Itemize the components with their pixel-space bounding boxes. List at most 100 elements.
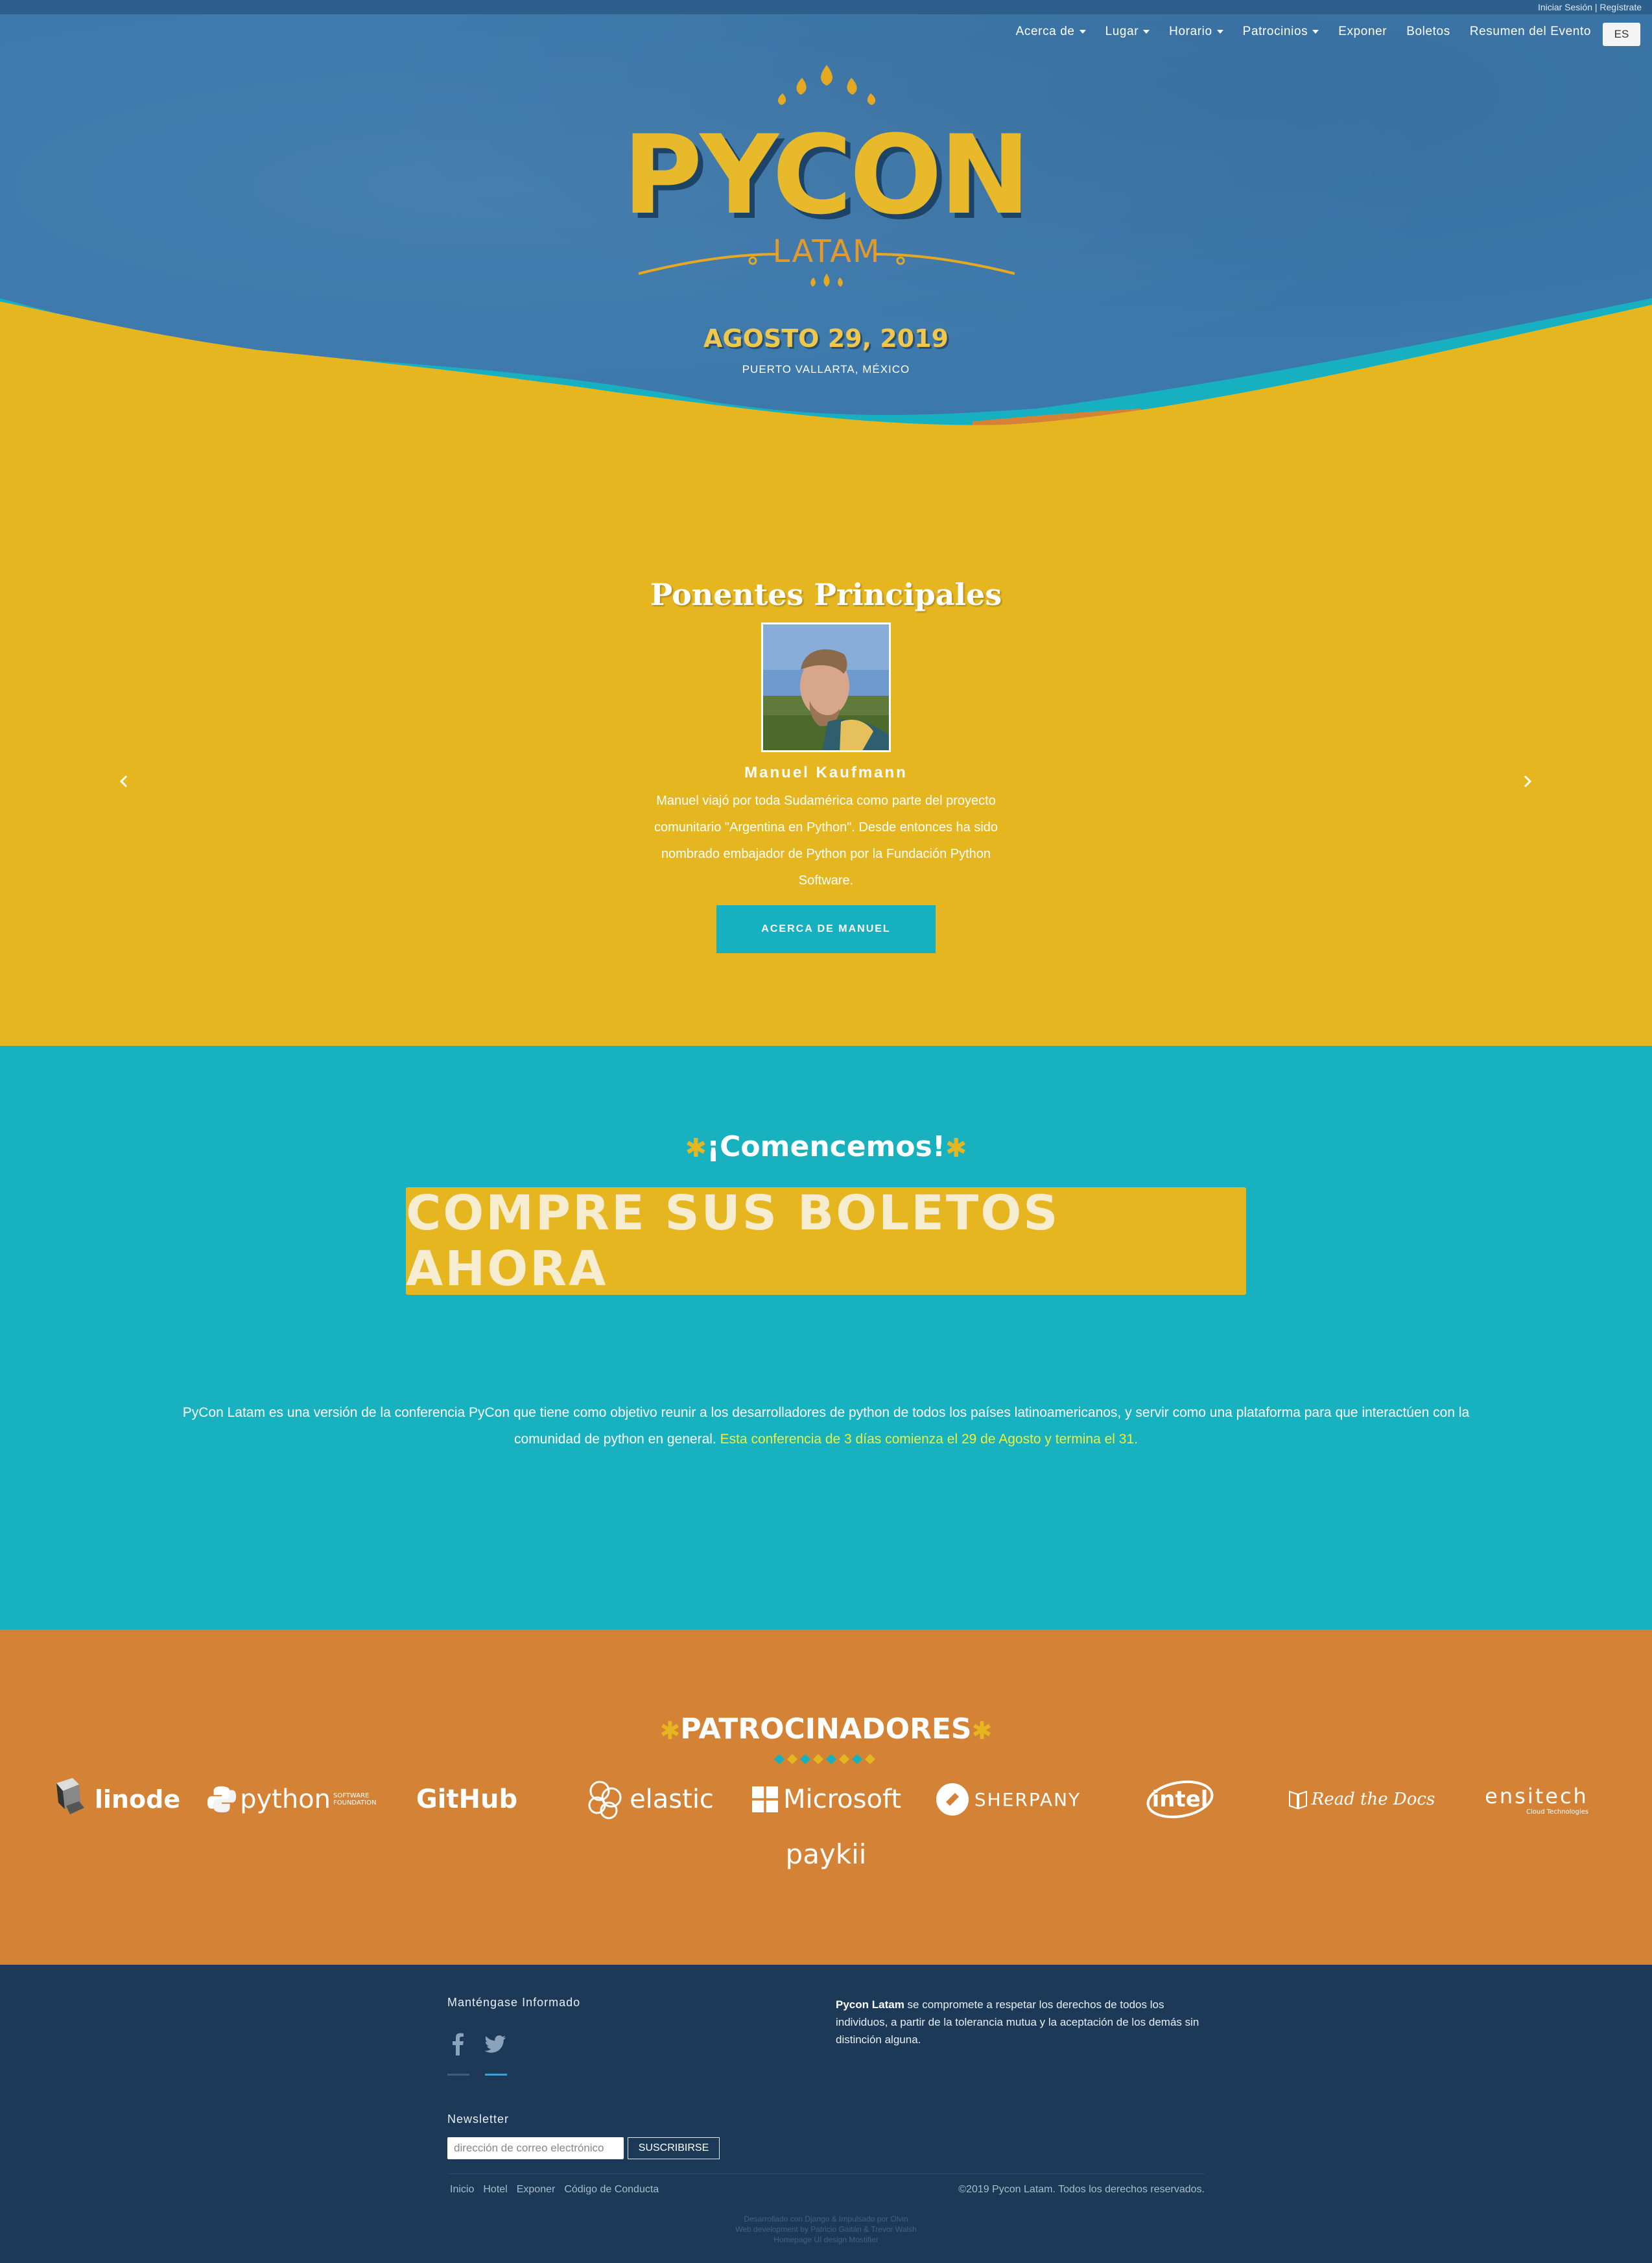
caret-down-icon xyxy=(1079,30,1086,34)
start-title-text: ¡Comencemos! xyxy=(707,1130,945,1163)
speaker-name: Manuel Kaufmann xyxy=(744,764,908,781)
credit-line: Homepage UI design Mostifier xyxy=(773,2235,879,2244)
login-link[interactable]: Iniciar Sesión xyxy=(1538,2,1592,12)
chevron-left-icon[interactable] xyxy=(117,774,132,789)
auth-separator: | xyxy=(1592,2,1600,12)
top-bar: Iniciar Sesión | Regístrate xyxy=(0,0,1652,14)
credit-line: Desarrollado con Django & Impulsado por … xyxy=(744,2214,908,2223)
drops-top xyxy=(777,65,876,105)
newsletter-title: Newsletter xyxy=(447,2113,510,2126)
twitter-underline xyxy=(485,2074,507,2076)
footer-link-code-of-conduct[interactable]: Código de Conducta xyxy=(564,2184,659,2196)
sponsor-ensitech[interactable]: ensitech Cloud Technologies xyxy=(1472,1773,1601,1825)
about-text: PyCon Latam es una versión de la confere… xyxy=(162,1399,1490,1452)
sponsor-microsoft[interactable]: Microsoft xyxy=(752,1773,901,1825)
sponsor-name: intel xyxy=(1151,1786,1209,1812)
speaker-bio: Manuel viajó por toda Sudamérica como pa… xyxy=(654,794,998,888)
sherpany-icon xyxy=(936,1783,969,1816)
speakers-section: Ponentes Principales Manuel Kaufmann Man… xyxy=(0,467,1652,1046)
about-speaker-button[interactable]: ACERCA DE MANUEL xyxy=(716,905,936,953)
nav-schedule-label: Horario xyxy=(1169,25,1212,38)
commitment-text: Pycon Latam se compromete a respetar los… xyxy=(836,1996,1212,2048)
python-icon xyxy=(207,1786,237,1813)
sponsor-sherpany[interactable]: SHERPANY xyxy=(934,1773,1083,1825)
facebook-underline xyxy=(447,2074,469,2076)
sponsor-linode[interactable]: linode xyxy=(52,1773,182,1825)
sponsor-subtitle: SOFTWARE FOUNDATION xyxy=(333,1792,377,1807)
diamond-divider xyxy=(774,1754,875,1764)
caret-down-icon xyxy=(1143,30,1150,34)
sponsor-paykii[interactable]: paykii xyxy=(761,1828,891,1880)
event-date: AGOSTO 29, 2019 xyxy=(703,324,949,353)
sponsor-python[interactable]: python SOFTWARE FOUNDATION xyxy=(207,1773,376,1825)
credits: Desarrollado con Django & Impulsado por … xyxy=(0,2214,1652,2245)
microsoft-icon xyxy=(752,1786,778,1812)
nav-tickets-label: Boletos xyxy=(1406,25,1450,38)
facebook-icon[interactable] xyxy=(447,2032,469,2056)
star-icon: ✱ xyxy=(685,1133,707,1163)
star-icon: ✱ xyxy=(659,1716,681,1745)
nav-about[interactable]: Acerca de xyxy=(1016,25,1086,39)
register-link[interactable]: Regístrate xyxy=(1599,2,1642,12)
sponsor-intel[interactable]: intel xyxy=(1128,1773,1232,1825)
sponsor-name: elastic xyxy=(630,1784,714,1814)
star-icon: ✱ xyxy=(945,1133,967,1163)
subscribe-button[interactable]: SUSCRIBIRSE xyxy=(628,2137,720,2159)
footer: Manténgase Informado Newsletter SUSCRIBI… xyxy=(0,1965,1652,2263)
footer-link-exhibit[interactable]: Exponer xyxy=(517,2184,556,2196)
sponsor-name: linode xyxy=(94,1785,181,1814)
sponsor-subtitle: Cloud Technologies xyxy=(1526,1808,1588,1816)
nav-venue[interactable]: Lugar xyxy=(1105,25,1150,39)
sponsor-name: python xyxy=(240,1784,331,1814)
nav-venue-label: Lugar xyxy=(1105,25,1139,38)
sponsor-name: Microsoft xyxy=(783,1784,901,1814)
start-title: ✱¡Comencemos!✱ xyxy=(0,1130,1652,1163)
buy-tickets-button[interactable]: COMPRE SUS BOLETOS AHORA xyxy=(406,1185,1246,1297)
speaker-photo xyxy=(761,622,891,752)
book-icon xyxy=(1288,1790,1307,1810)
star-icon: ✱ xyxy=(971,1716,993,1745)
tickets-section: ✱¡Comencemos!✱ COMPRE SUS BOLETOS AHORA … xyxy=(0,1046,1652,1629)
twitter-icon[interactable] xyxy=(485,2032,507,2056)
sponsors-title: ✱PATROCINADORES✱ xyxy=(0,1712,1652,1746)
commitment-brand: Pycon Latam xyxy=(836,1998,904,2011)
chevron-right-icon[interactable] xyxy=(1519,774,1535,789)
sponsor-github[interactable]: GitHub xyxy=(402,1773,532,1825)
sponsor-name: paykii xyxy=(785,1838,867,1870)
nav-event-summary[interactable]: Resumen del Evento xyxy=(1470,25,1591,39)
main-nav: Acerca de Lugar Horario Patrocinios Expo… xyxy=(1016,25,1591,39)
speakers-title: Ponentes Principales xyxy=(650,577,1002,612)
about-highlight: Esta conferencia de 3 días comienza el 2… xyxy=(720,1432,1138,1447)
sponsor-name: GitHub xyxy=(416,1784,518,1814)
newsletter-email-input[interactable] xyxy=(447,2137,624,2159)
nav-tickets[interactable]: Boletos xyxy=(1406,25,1450,39)
nav-sponsorships-label: Patrocinios xyxy=(1242,25,1308,38)
nav-about-label: Acerca de xyxy=(1015,25,1075,38)
nav-exhibit[interactable]: Exponer xyxy=(1338,25,1387,39)
sponsor-readthedocs[interactable]: Read the Docs xyxy=(1284,1773,1439,1825)
event-place: PUERTO VALLARTA, MÉXICO xyxy=(742,363,910,375)
auth-links: Iniciar Sesión | Regístrate xyxy=(1538,2,1642,12)
copyright: ©2019 Pycon Latam. Todos los derechos re… xyxy=(958,2184,1205,2195)
nav-exhibit-label: Exponer xyxy=(1338,25,1387,38)
sponsor-name: ensitech xyxy=(1485,1783,1588,1808)
sponsors-title-text: PATROCINADORES xyxy=(680,1712,972,1746)
sponsor-elastic[interactable]: elastic xyxy=(577,1773,720,1825)
hero-section: Iniciar Sesión | Regístrate Acerca de Lu… xyxy=(0,0,1652,467)
language-selector[interactable]: ES xyxy=(1603,23,1640,46)
nav-sponsorships[interactable]: Patrocinios xyxy=(1243,25,1319,39)
credit-line: Web development by Patricio Gaitán & Tre… xyxy=(735,2225,917,2234)
footer-links: Inicio Hotel Exponer Código de Conducta xyxy=(450,2184,659,2196)
stay-informed-title: Manténgase Informado xyxy=(447,1996,581,2009)
nav-event-summary-label: Resumen del Evento xyxy=(1469,25,1591,38)
nav-schedule[interactable]: Horario xyxy=(1169,25,1223,39)
sponsor-name: SHERPANY xyxy=(974,1788,1081,1810)
footer-link-home[interactable]: Inicio xyxy=(450,2184,474,2196)
footer-link-hotel[interactable]: Hotel xyxy=(483,2184,507,2196)
elastic-icon xyxy=(588,1781,622,1819)
caret-down-icon xyxy=(1216,30,1223,34)
linode-icon xyxy=(56,1778,84,1814)
caret-down-icon xyxy=(1312,30,1319,34)
sponsor-name: Read the Docs xyxy=(1311,1790,1435,1809)
sponsors-section: ✱PATROCINADORES✱ linode python SOFTWARE … xyxy=(0,1629,1652,1965)
